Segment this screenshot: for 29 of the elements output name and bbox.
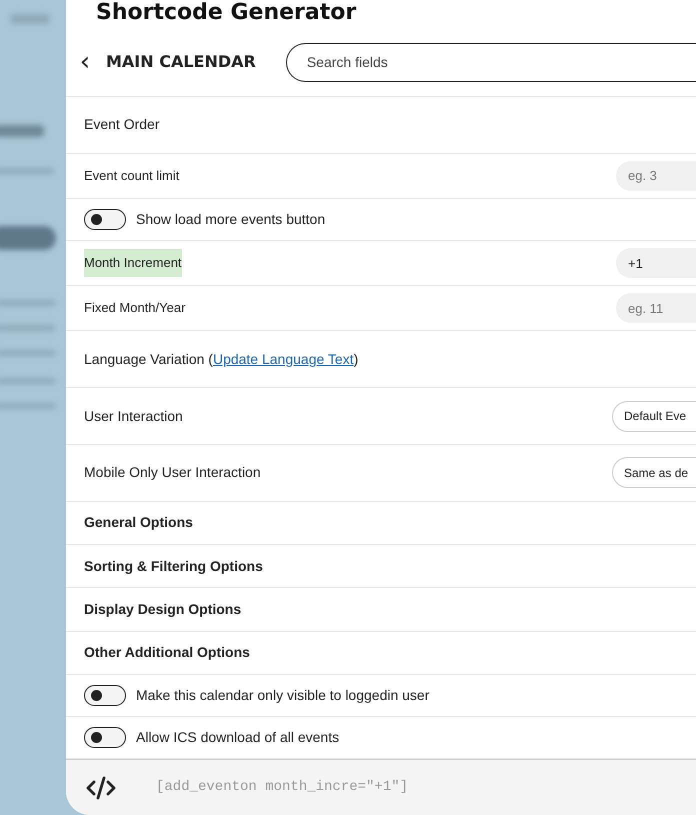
row-label: Language Variation (Update Language Text) [84,350,358,369]
toggle-label: Make this calendar only visible to loggedin user [136,686,430,706]
row-label: Mobile Only User Interaction [84,463,261,482]
code-icon[interactable] [85,776,117,800]
row-label: User Interaction [84,406,183,426]
input-field[interactable]: eg. 3 [616,160,696,191]
update-language-link[interactable]: Update Language Text [212,350,354,367]
toggle-switch[interactable] [84,209,126,230]
input-field[interactable]: +1 [616,248,696,278]
section-heading[interactable]: Other Additional Options [84,642,250,664]
field-label: Event count limit [84,166,180,185]
section-heading[interactable]: Sorting & Filtering Options [84,556,263,577]
section-title: MAIN CALENDAR [106,51,256,73]
shortcode-text: [add_eventon month_incre="+1"] [156,778,408,797]
select-field[interactable]: Default Eve [612,400,696,432]
section-heading[interactable]: Display Design Options [84,599,242,620]
field-label: Month Increment [84,249,182,278]
panel-title: Shortcode Generator [96,0,356,26]
toggle-label: Show load more events button [136,210,326,229]
toggle-switch[interactable] [84,685,126,706]
search-field[interactable]: Search fields [286,42,696,82]
select-field[interactable]: Same as de [612,457,696,488]
toggle-switch[interactable] [84,727,126,748]
section-heading[interactable]: General Options [84,512,193,534]
row-label: Event Order [84,115,160,134]
toggle-label: Allow ICS download of all events [136,728,340,748]
field-label: Fixed Month/Year [84,299,186,318]
input-field[interactable]: eg. 11 [616,293,696,324]
back-button[interactable]: ‹ [78,49,92,75]
